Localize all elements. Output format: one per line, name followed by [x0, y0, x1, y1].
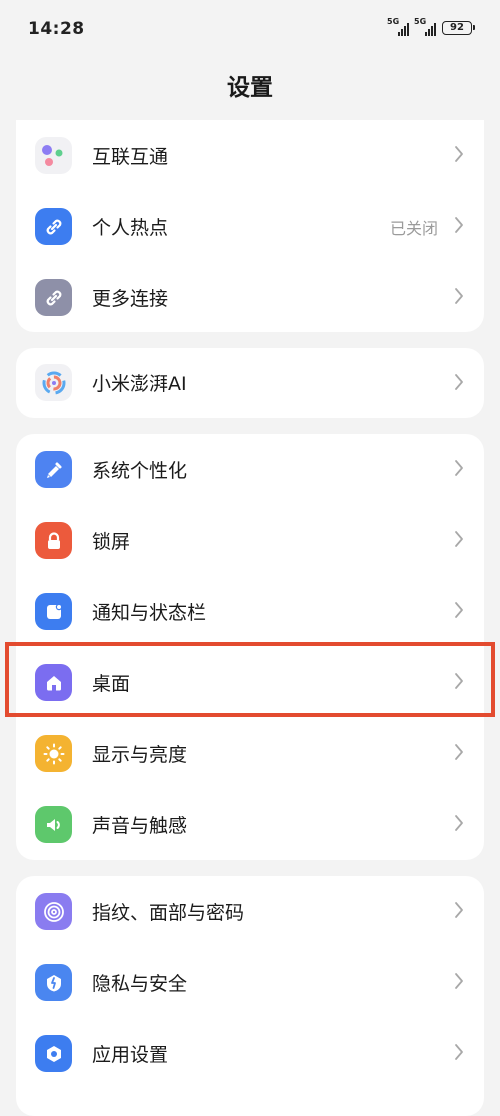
network-type-label-2: 5G: [414, 17, 427, 26]
settings-item-label: 系统个性化: [92, 460, 188, 482]
settings-item-label: 通知与状态栏: [92, 602, 207, 624]
brush-icon: [35, 451, 72, 488]
battery-level: 92: [450, 22, 464, 33]
network-type-label: 5G: [387, 17, 400, 26]
settings-group-ai: 小米澎湃AI: [16, 348, 484, 418]
speaker-icon: [35, 806, 72, 843]
chevron-right-icon: [455, 1044, 463, 1060]
chevron-right-icon: [455, 815, 463, 831]
app-settings-icon: [35, 1035, 72, 1072]
fingerprint-icon: [35, 893, 72, 930]
privacy-shield-icon: [35, 964, 72, 1001]
chevron-right-icon: [455, 460, 463, 476]
settings-item-label: 应用设置: [92, 1044, 169, 1066]
chevron-right-icon: [455, 902, 463, 918]
settings-item-sound-haptics[interactable]: 声音与触感: [16, 789, 484, 860]
chevron-right-icon: [455, 374, 463, 390]
lock-icon: [35, 522, 72, 559]
notification-icon: [35, 593, 72, 630]
settings-item-label: 锁屏: [92, 531, 131, 553]
settings-item-personalization[interactable]: 系统个性化: [16, 434, 484, 505]
settings-item-app-settings[interactable]: 应用设置: [16, 1018, 484, 1089]
sun-icon: [35, 735, 72, 772]
chevron-right-icon: [455, 146, 463, 162]
settings-item-display-brightness[interactable]: 显示与亮度: [16, 718, 484, 789]
settings-item-more-connections[interactable]: 更多连接: [16, 262, 484, 333]
settings-group-security: 指纹、面部与密码 隐私与安全 应用设置: [16, 876, 484, 1116]
link-icon: [35, 279, 72, 316]
status-bar: 14:28 5G 5G 92: [0, 0, 500, 58]
chevron-right-icon: [455, 531, 463, 547]
settings-item-fingerprint-face-password[interactable]: 指纹、面部与密码: [16, 876, 484, 947]
settings-item-lock-screen[interactable]: 锁屏: [16, 505, 484, 576]
settings-item-label: 更多连接: [92, 288, 169, 310]
hotspot-link-icon: [35, 208, 72, 245]
signal-icon-2: 5G: [414, 17, 436, 36]
settings-group-connect: 互联互通 个人热点 已关闭 更多连接: [16, 120, 484, 332]
status-time: 14:28: [28, 19, 85, 39]
battery-icon: 92: [442, 21, 475, 35]
chevron-right-icon: [455, 288, 463, 304]
settings-item-notifications[interactable]: 通知与状态栏: [16, 576, 484, 647]
ai-swirl-icon: [35, 364, 72, 401]
chevron-right-icon: [455, 973, 463, 989]
settings-item-label: 小米澎湃AI: [92, 373, 187, 395]
settings-item-label: 互联互通: [92, 146, 169, 168]
hotspot-status-value: 已关闭: [389, 219, 438, 238]
status-icons: 5G 5G 92: [387, 17, 475, 36]
chevron-right-icon: [455, 602, 463, 618]
settings-item-label: 指纹、面部与密码: [92, 902, 245, 924]
highlight-box: [5, 642, 495, 717]
settings-item-label: 显示与亮度: [92, 744, 188, 766]
settings-item-label: 隐私与安全: [92, 973, 188, 995]
settings-item-hyperos-ai[interactable]: 小米澎湃AI: [16, 348, 484, 418]
settings-item-label: 个人热点: [92, 217, 169, 239]
settings-item-hotspot[interactable]: 个人热点 已关闭: [16, 191, 484, 262]
interconnect-icon: [35, 137, 72, 174]
settings-item-label: 声音与触感: [92, 815, 188, 837]
chevron-right-icon: [455, 744, 463, 760]
signal-icon: 5G: [387, 17, 409, 36]
settings-item-interconnect[interactable]: 互联互通: [16, 120, 484, 191]
chevron-right-icon: [455, 217, 463, 233]
settings-item-privacy-security[interactable]: 隐私与安全: [16, 947, 484, 1018]
page-title: 设置: [227, 75, 273, 101]
